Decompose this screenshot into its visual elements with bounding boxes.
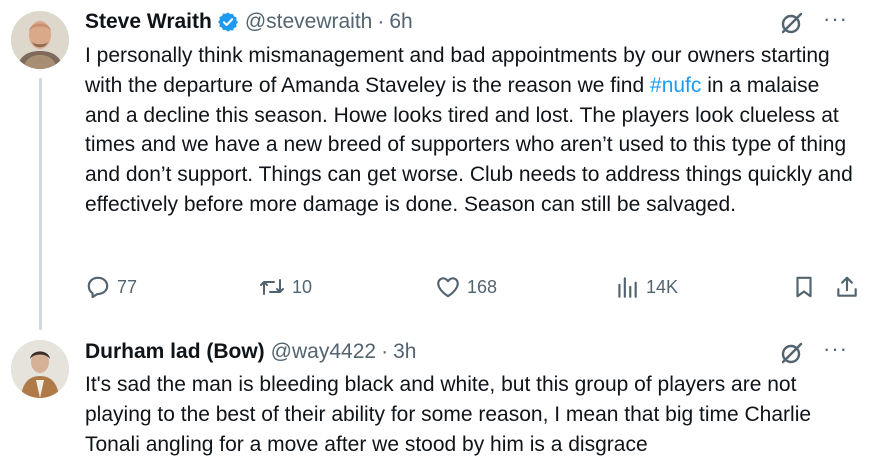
tweet-text: It's sad the man is bleeding black and w… [85, 373, 812, 456]
more-icon[interactable]: ··· [823, 338, 848, 360]
tweet-header: Steve Wraith @stevewraith · 6h ··· [85, 8, 860, 36]
reply-icon [85, 274, 111, 300]
tweet-actions: 77 10 168 14K [85, 272, 865, 302]
avatar-image [11, 340, 69, 398]
views-button[interactable]: 14K [614, 272, 678, 302]
tweet-header: Durham lad (Bow) @way4422 · 3h ··· [85, 338, 860, 366]
author-handle[interactable]: @way4422 [271, 340, 376, 364]
tweet-text: I personally think mismanagement and bad… [85, 41, 860, 220]
like-count: 168 [467, 276, 498, 297]
repost-button[interactable]: 10 [258, 272, 312, 302]
author-handle[interactable]: @stevewraith [245, 10, 373, 34]
timestamp[interactable]: 3h [393, 340, 416, 364]
avatar[interactable] [11, 11, 69, 69]
reply-button[interactable]: 77 [85, 272, 137, 302]
author-name[interactable]: Steve Wraith [85, 10, 212, 34]
verified-badge-icon [217, 11, 239, 33]
thread-connector-line [39, 78, 42, 330]
bookmark-icon [791, 274, 817, 300]
repost-count: 10 [292, 276, 313, 297]
hashtag-link[interactable]: #nufc [650, 74, 701, 97]
author-name[interactable]: Durham lad (Bow) [85, 340, 265, 364]
separator: · [381, 340, 389, 363]
timestamp[interactable]: 6h [389, 10, 412, 34]
avatar-image [11, 11, 69, 69]
grok-icon[interactable] [779, 340, 805, 366]
more-icon[interactable]: ··· [823, 8, 848, 30]
separator: · [377, 10, 385, 33]
grok-icon[interactable] [779, 10, 805, 36]
avatar[interactable] [11, 340, 69, 398]
share-button[interactable] [834, 272, 860, 302]
reply-count: 77 [117, 276, 138, 297]
like-button[interactable]: 168 [435, 272, 497, 302]
heart-icon [435, 274, 461, 300]
repost-icon [258, 274, 286, 300]
views-count: 14K [646, 276, 679, 297]
views-icon [614, 274, 640, 300]
bookmark-button[interactable] [791, 272, 817, 302]
share-icon [834, 274, 860, 300]
